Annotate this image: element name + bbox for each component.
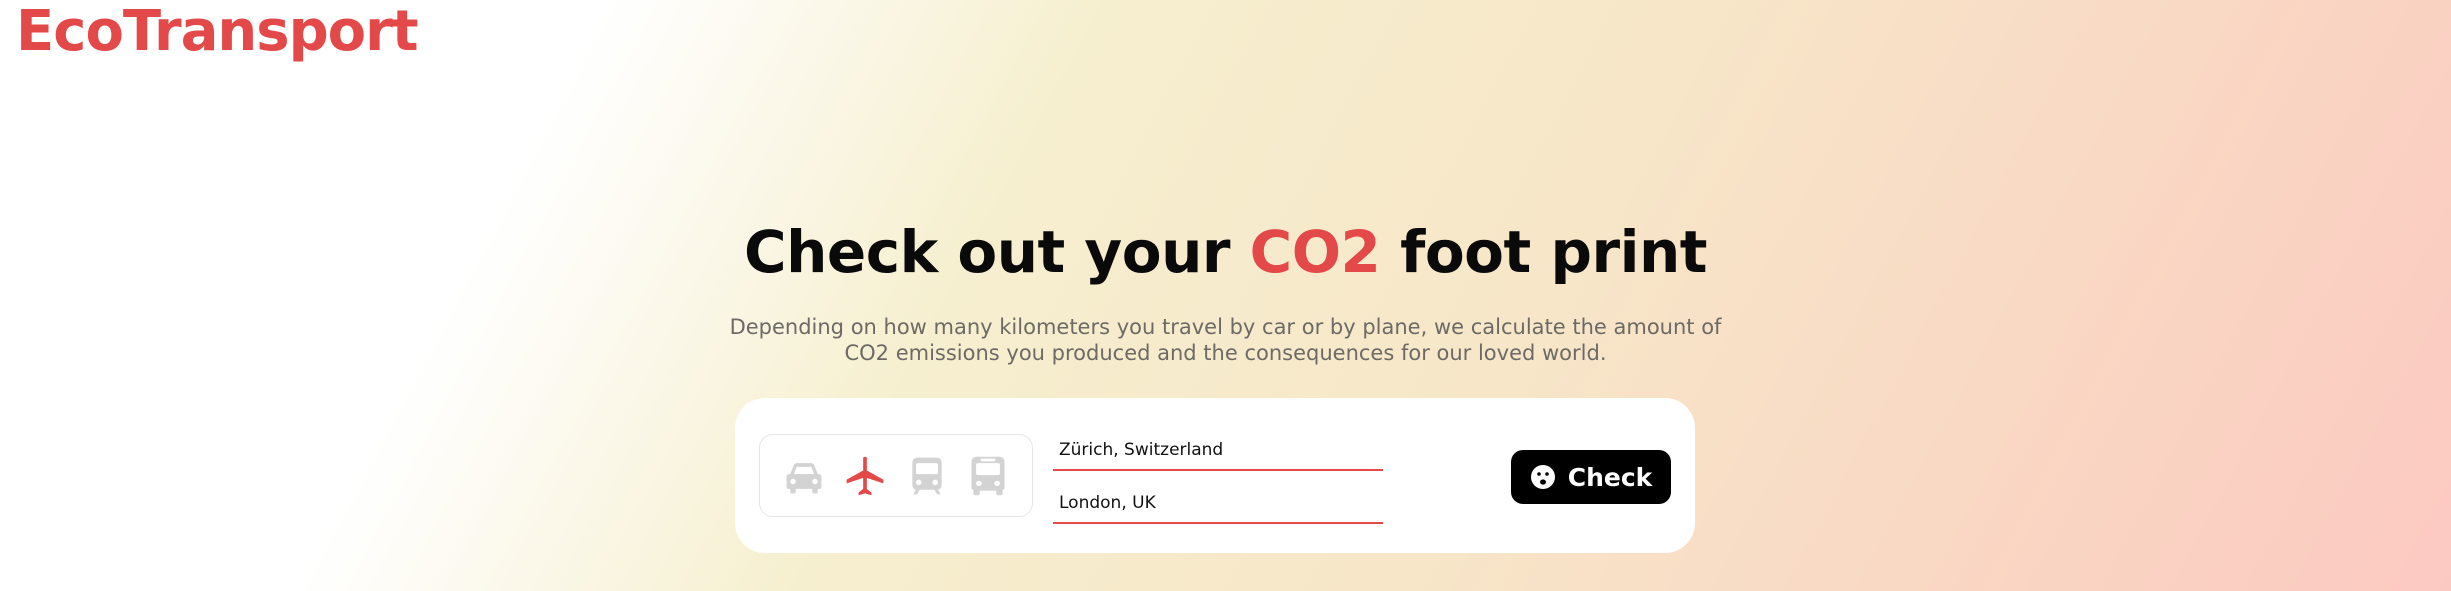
bus-icon [971,456,1005,495]
transport-mode-train[interactable] [903,452,951,500]
hero-title-accent: CO2 [1249,218,1381,286]
hero-title: Check out your CO2 foot print [0,214,2451,290]
hero-title-prefix: Check out your [744,218,1250,286]
hero-subtitle-line-1: Depending on how many kilometers you tra… [729,315,1722,339]
sad-face-icon [1530,465,1555,489]
hero-subtitle-line-2: CO2 emissions you produced and the conse… [844,341,1607,365]
transport-mode-bus[interactable] [964,452,1012,500]
train-icon [912,457,942,494]
car-icon [786,462,822,493]
hero-title-suffix: foot print [1380,218,1707,286]
transport-mode-plane[interactable] [841,452,889,500]
airplane-icon [846,456,884,495]
brand-logo[interactable]: EcoTransport [16,0,419,64]
transport-mode-selector [759,434,1033,517]
from-location-input[interactable] [1053,431,1383,471]
check-button[interactable]: Check [1511,450,1671,504]
to-location-input[interactable] [1053,484,1383,524]
transport-mode-car[interactable] [780,452,828,500]
co2-calculator-card: Check [735,398,1695,553]
check-button-label: Check [1567,462,1653,492]
hero-subtitle: Depending on how many kilometers you tra… [0,314,2451,366]
